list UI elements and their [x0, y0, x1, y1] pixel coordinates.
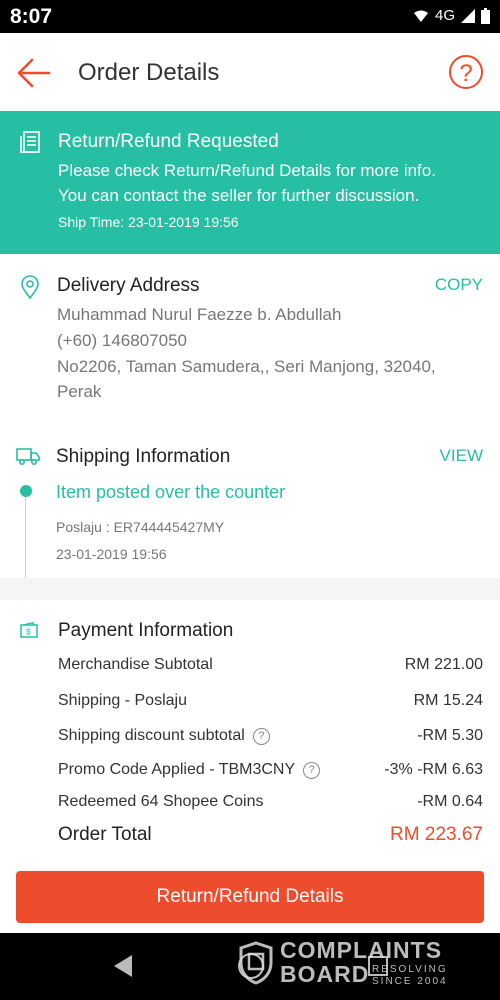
view-button[interactable]: VIEW — [440, 446, 483, 466]
truck-icon — [16, 448, 40, 466]
watermark: COMPLAINTS BOARD RESOLVING SINCE 2004 — [238, 937, 458, 993]
watermark-line1: COMPLAINTS — [280, 937, 443, 963]
banner-message-line1: Please check Return/Refund Details for m… — [58, 161, 436, 180]
address-line1: No2206, Taman Samudera,, Seri Manjong, 3… — [57, 357, 436, 376]
payment-information-title: Payment Information — [58, 620, 234, 641]
payment-label: Promo Code Applied - TBM3CNY — [58, 761, 296, 778]
tracking-status: Item posted over the counter — [56, 482, 286, 502]
location-pin-icon — [21, 275, 39, 299]
shipping-information-section: Shipping Information VIEW Item posted ov… — [0, 426, 500, 578]
watermark-small1: RESOLVING — [372, 964, 448, 975]
delivery-address-title: Delivery Address — [57, 275, 200, 296]
payment-row-coins: Redeemed 64 Shopee Coins -RM 0.64 — [58, 793, 483, 815]
banner-title: Return/Refund Requested — [58, 131, 279, 152]
network-label: 4G — [434, 7, 455, 24]
payment-value: -RM 5.30 — [417, 727, 483, 744]
payment-information-section: $ Payment Information Merchandise Subtot… — [0, 600, 500, 862]
delivery-address-section: Delivery Address COPY Muhammad Nurul Fae… — [0, 254, 500, 427]
payment-row-merchandise: Merchandise Subtotal RM 221.00 — [58, 656, 483, 678]
order-total-row: Order Total RM 223.67 — [58, 824, 483, 850]
payment-value: -3% -RM 6.63 — [384, 761, 483, 778]
payment-row-promo: Promo Code Applied - TBM3CNY ? -3% -RM 6… — [58, 761, 483, 783]
recipient-name: Muhammad Nurul Faezze b. Abdullah — [57, 305, 342, 324]
document-icon — [20, 131, 40, 153]
payment-label: Shipping - Poslaju — [58, 692, 187, 709]
payment-value: RM 15.24 — [413, 692, 483, 709]
battery-icon — [481, 7, 490, 24]
order-total-value: RM 223.67 — [390, 824, 483, 845]
page-title: Order Details — [78, 59, 220, 86]
back-arrow-icon[interactable] — [16, 55, 52, 91]
watermark-line2: BOARD — [280, 961, 370, 987]
payment-row-shipping-discount: Shipping discount subtotal ? -RM 5.30 — [58, 727, 483, 749]
tracking-dot — [20, 485, 32, 497]
status-icons: 4G — [413, 7, 490, 24]
status-bar: 8:07 4G — [0, 0, 500, 33]
recipient-phone: (+60) 146807050 — [57, 331, 187, 350]
payment-icon: $ — [20, 622, 38, 638]
watermark-small2: SINCE 2004 — [372, 976, 448, 987]
payment-value: RM 221.00 — [404, 656, 483, 673]
question-icon[interactable]: ? — [303, 761, 321, 779]
payment-label: Redeemed 64 Shopee Coins — [58, 793, 264, 810]
tracking-time: 23-01-2019 19:56 — [56, 546, 167, 562]
shield-icon — [239, 941, 273, 985]
help-icon[interactable]: ? — [449, 55, 483, 89]
payment-label: Shipping discount subtotal — [58, 727, 245, 744]
app-header: Order Details ? — [0, 33, 500, 111]
footer-bar: Return/Refund Details — [0, 862, 500, 933]
order-total-label: Order Total — [58, 824, 152, 845]
signal-icon — [461, 8, 475, 23]
payment-value: -RM 0.64 — [417, 793, 483, 810]
question-icon[interactable]: ? — [252, 727, 270, 745]
wifi-icon — [413, 10, 428, 22]
payment-label: Merchandise Subtotal — [58, 656, 213, 673]
status-time: 8:07 — [10, 5, 53, 28]
ship-time: Ship Time: 23-01-2019 19:56 — [58, 214, 239, 230]
return-refund-details-button[interactable]: Return/Refund Details — [16, 871, 484, 923]
nav-back-icon[interactable] — [114, 955, 132, 977]
svg-text:$: $ — [26, 628, 31, 637]
tracking-number: Poslaju : ER744445427MY — [56, 519, 225, 535]
address-line2: Perak — [57, 382, 102, 401]
status-banner: Return/Refund Requested Please check Ret… — [0, 111, 500, 254]
payment-row-shipping: Shipping - Poslaju RM 15.24 — [58, 692, 483, 714]
tracking-line — [25, 497, 26, 578]
shipping-information-title: Shipping Information — [56, 446, 231, 467]
copy-button[interactable]: COPY — [435, 275, 483, 295]
banner-message-line2: You can contact the seller for further d… — [58, 186, 420, 205]
